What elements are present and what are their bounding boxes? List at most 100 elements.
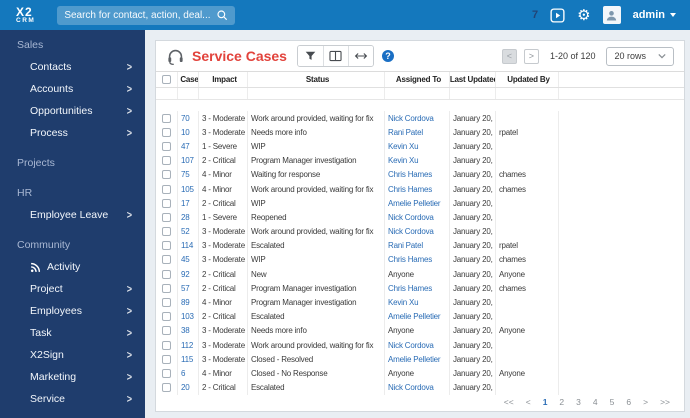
column-header-impact[interactable]: Impact	[199, 72, 248, 87]
page-button-2[interactable]: 2	[559, 397, 564, 407]
assigned-to-link[interactable]: Nick Cordova	[388, 341, 434, 350]
assigned-to-link[interactable]: Amelie Pelletier	[388, 355, 441, 364]
assigned-to-link[interactable]: Amelie Pelletier	[388, 199, 441, 208]
prev-page-button[interactable]: <	[501, 48, 517, 64]
sidebar-item-x2sign[interactable]: X2Sign >	[0, 344, 145, 366]
global-search[interactable]	[57, 5, 236, 25]
row-checkbox[interactable]	[162, 170, 171, 180]
page-button-1[interactable]: 1	[543, 397, 548, 407]
filter-cell[interactable]	[178, 88, 199, 99]
row-checkbox[interactable]	[162, 368, 171, 378]
filter-cell[interactable]	[559, 88, 684, 99]
filter-cell[interactable]	[450, 88, 496, 99]
filter-cell[interactable]	[248, 88, 385, 99]
assigned-to-link[interactable]: Amelie Pelletier	[388, 312, 441, 321]
case-number-link[interactable]: 52	[181, 227, 190, 236]
row-checkbox[interactable]	[162, 255, 171, 265]
page-button-6[interactable]: 6	[626, 397, 631, 407]
row-checkbox[interactable]	[162, 198, 171, 208]
sidebar-item-service[interactable]: Service >	[0, 388, 145, 410]
notification-count[interactable]: 7	[532, 9, 538, 21]
search-input[interactable]	[64, 9, 217, 21]
column-header-assigned-to[interactable]: Assigned To	[385, 72, 450, 87]
case-number-link[interactable]: 107	[181, 156, 194, 165]
last-page-button[interactable]: >>	[660, 397, 670, 407]
assigned-to-link[interactable]: Chris Hames	[388, 255, 432, 264]
case-number-link[interactable]: 57	[181, 284, 190, 293]
resize-button[interactable]	[347, 46, 373, 66]
search-icon[interactable]	[216, 9, 228, 21]
assigned-to-link[interactable]: Nick Cordova	[388, 114, 434, 123]
row-checkbox[interactable]	[162, 354, 171, 364]
row-checkbox[interactable]	[162, 141, 171, 151]
column-header-updated-by[interactable]: Updated By	[496, 72, 559, 87]
assigned-to-link[interactable]: Kevin Xu	[388, 142, 419, 151]
case-number-link[interactable]: 75	[181, 170, 190, 179]
columns-button[interactable]	[322, 46, 348, 66]
sidebar-item-contacts[interactable]: Contacts >	[0, 56, 145, 78]
sidebar-item-employees[interactable]: Employees >	[0, 300, 145, 322]
sidebar-item-marketing[interactable]: Marketing >	[0, 366, 145, 388]
row-checkbox[interactable]	[162, 156, 171, 166]
assigned-to-link[interactable]: Kevin Xu	[388, 156, 419, 165]
sidebar-item-activity[interactable]: Activity	[0, 256, 145, 278]
case-number-link[interactable]: 92	[181, 270, 190, 279]
case-number-link[interactable]: 89	[181, 298, 190, 307]
row-checkbox[interactable]	[162, 184, 171, 194]
filter-cell[interactable]	[496, 88, 559, 99]
next-page-button[interactable]: >	[523, 48, 539, 64]
assigned-to-link[interactable]: Nick Cordova	[388, 213, 434, 222]
row-checkbox[interactable]	[162, 127, 171, 137]
sidebar-item-accounts[interactable]: Accounts >	[0, 78, 145, 100]
media-play-icon[interactable]	[550, 7, 565, 23]
sidebar-item-process[interactable]: Process >	[0, 122, 145, 144]
case-number-link[interactable]: 20	[181, 383, 190, 392]
page-button-5[interactable]: 5	[610, 397, 615, 407]
filter-button[interactable]	[297, 46, 323, 66]
avatar[interactable]	[602, 6, 621, 24]
user-menu[interactable]: admin	[633, 9, 676, 21]
assigned-to-link[interactable]: Rani Patel	[388, 128, 423, 137]
next-page-button[interactable]: >	[643, 397, 648, 407]
first-page-button[interactable]: <<	[504, 397, 514, 407]
row-checkbox[interactable]	[162, 212, 171, 222]
help-icon[interactable]: ?	[381, 50, 394, 62]
column-header-case[interactable]: Case	[178, 72, 199, 87]
row-checkbox[interactable]	[162, 241, 171, 251]
assigned-to-link[interactable]: Kevin Xu	[388, 298, 419, 307]
sidebar-item-employee-leave[interactable]: Employee Leave >	[0, 204, 145, 226]
assigned-to-link[interactable]: Chris Hames	[388, 185, 432, 194]
page-button-4[interactable]: 4	[593, 397, 598, 407]
case-number-link[interactable]: 103	[181, 312, 194, 321]
prev-page-button[interactable]: <	[526, 397, 531, 407]
row-checkbox[interactable]	[162, 283, 171, 293]
filter-cell[interactable]	[385, 88, 450, 99]
page-button-3[interactable]: 3	[576, 397, 581, 407]
row-checkbox[interactable]	[162, 312, 171, 322]
case-number-link[interactable]: 6	[181, 369, 185, 378]
select-all-checkbox[interactable]	[162, 75, 171, 84]
assigned-to-link[interactable]: Chris Hames	[388, 170, 432, 179]
assigned-to-link[interactable]: Rani Patel	[388, 241, 423, 250]
column-header-extra[interactable]	[559, 72, 684, 87]
case-number-link[interactable]: 70	[181, 114, 190, 123]
row-checkbox[interactable]	[162, 298, 171, 308]
column-header-status[interactable]: Status	[248, 72, 385, 87]
case-number-link[interactable]: 17	[181, 199, 190, 208]
row-checkbox[interactable]	[162, 383, 171, 393]
sidebar-item-project[interactable]: Project >	[0, 278, 145, 300]
sidebar-item-task[interactable]: Task >	[0, 322, 145, 344]
filter-cell[interactable]	[199, 88, 248, 99]
case-number-link[interactable]: 38	[181, 326, 190, 335]
case-number-link[interactable]: 45	[181, 255, 190, 264]
assigned-to-link[interactable]: Nick Cordova	[388, 383, 434, 392]
case-number-link[interactable]: 28	[181, 213, 190, 222]
column-header-last-updated[interactable]: Last Updated	[450, 72, 496, 87]
x2crm-logo[interactable]: X2 CRM	[16, 6, 35, 25]
assigned-to-link[interactable]: Chris Hames	[388, 284, 432, 293]
case-number-link[interactable]: 114	[181, 241, 193, 250]
case-number-link[interactable]: 105	[181, 185, 194, 194]
sidebar-item-opportunities[interactable]: Opportunities >	[0, 100, 145, 122]
case-number-link[interactable]: 112	[181, 341, 193, 350]
rows-per-page-select[interactable]: 20 rows	[606, 46, 674, 66]
